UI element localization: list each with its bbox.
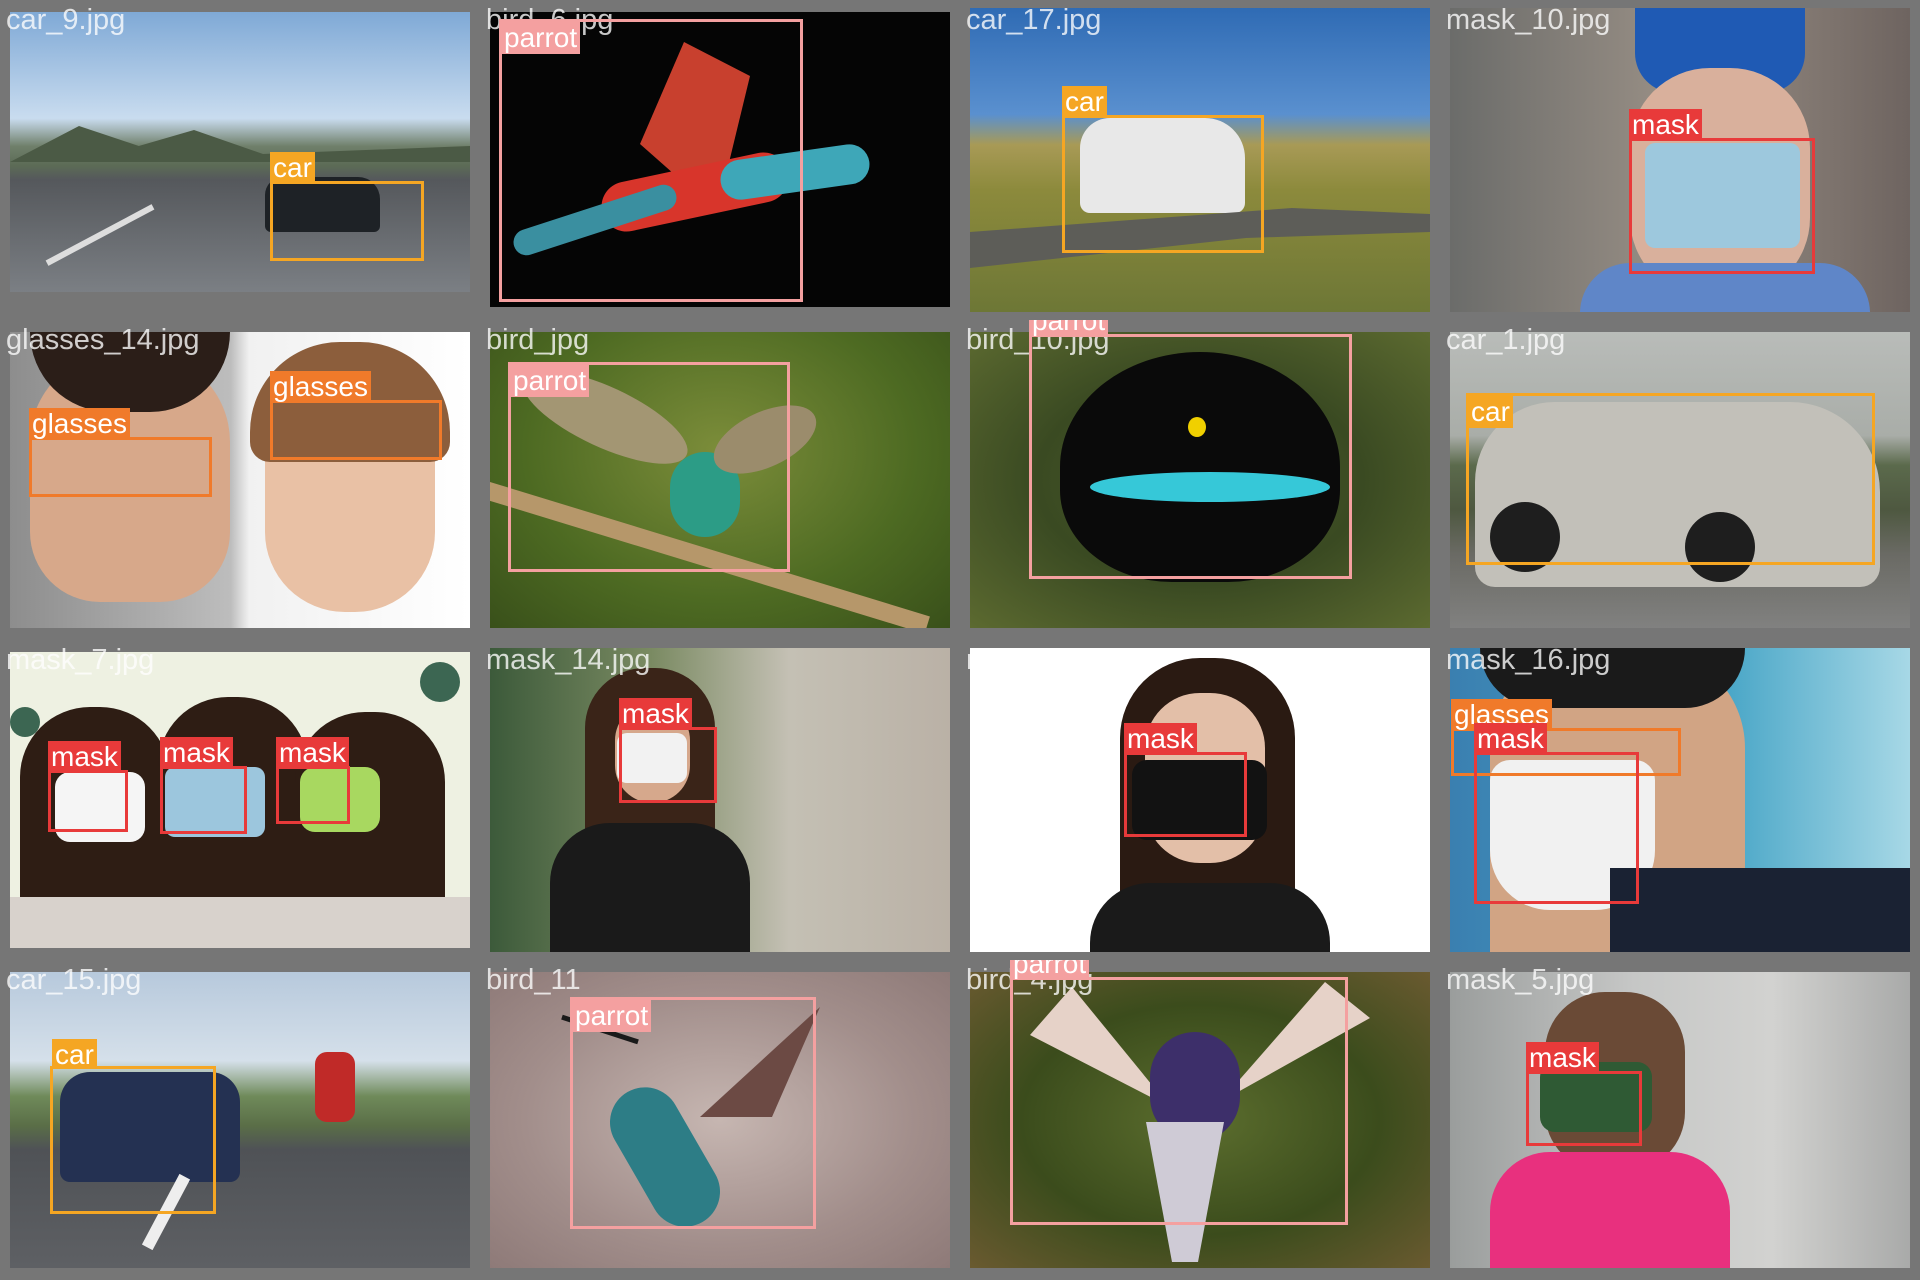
class-label: mask xyxy=(1124,723,1197,755)
detection-box[interactable]: mask xyxy=(1629,109,1815,274)
detection-box[interactable]: mask xyxy=(160,737,247,834)
detection-box[interactable]: parrot xyxy=(570,997,816,1229)
result-tile-car-9[interactable]: car_9.jpg car xyxy=(0,0,480,320)
class-label: mask xyxy=(619,698,692,730)
result-tile-bird-10[interactable]: bird_10.jpg parrot xyxy=(960,320,1440,640)
detection-box[interactable]: mask xyxy=(1474,723,1639,904)
result-tile-car-15[interactable]: car_15.jpg car xyxy=(0,960,480,1280)
detection-box[interactable]: mask xyxy=(619,698,717,803)
result-tile-mask-5[interactable]: mask_5.jpg mask xyxy=(1440,960,1920,1280)
class-label: parrot xyxy=(510,365,590,397)
detection-box[interactable]: car xyxy=(270,152,424,261)
detection-box[interactable]: car xyxy=(1466,393,1875,565)
image-filename: glasses_14.jpg xyxy=(6,324,200,356)
image-filename: car_15.jpg xyxy=(6,964,142,996)
image-filename: mask_10.jpg xyxy=(1446,4,1611,36)
image-filename: car_17.jpg xyxy=(966,4,1102,36)
result-tile-bird[interactable]: bird_jpg parrot xyxy=(480,320,960,640)
detection-box[interactable]: mask xyxy=(1124,723,1247,837)
detection-box[interactable]: glasses xyxy=(29,408,212,497)
image-filename: car_9.jpg xyxy=(6,4,126,36)
class-label: parrot xyxy=(572,1000,652,1032)
class-label: mask xyxy=(1629,109,1702,141)
class-label: glasses xyxy=(29,408,130,440)
result-tile-bird-11[interactable]: bird_11 parrot xyxy=(480,960,960,1280)
class-label: parrot xyxy=(501,22,581,54)
image-filename: mask_5.jpg xyxy=(1446,964,1595,996)
result-tile-mask-11[interactable]: mask_11.jpg mask xyxy=(960,640,1440,960)
result-tile-bird-6[interactable]: bird_6.jpg parrot xyxy=(480,0,960,320)
class-label: mask xyxy=(48,741,121,773)
class-label: mask xyxy=(1526,1042,1599,1074)
class-label: car xyxy=(1062,86,1107,118)
class-label: glasses xyxy=(270,371,371,403)
result-tile-mask-10[interactable]: mask_10.jpg mask xyxy=(1440,0,1920,320)
detection-box[interactable]: parrot xyxy=(1010,960,1348,1225)
detection-box[interactable]: car xyxy=(1062,86,1264,253)
result-tile-glasses-14[interactable]: glasses_14.jpg glasses glasses xyxy=(0,320,480,640)
image-filename: mask_11.jpg xyxy=(966,644,1129,676)
class-label: car xyxy=(270,152,315,184)
class-label: mask xyxy=(1474,723,1547,755)
result-tile-car-1[interactable]: car_1.jpg car xyxy=(1440,320,1920,640)
photo xyxy=(1450,972,1910,1268)
image-filename: mask_7.jpg xyxy=(6,644,155,676)
photo xyxy=(490,648,950,952)
result-tile-mask-7[interactable]: mask_7.jpg mask mask mask xyxy=(0,640,480,960)
class-label: mask xyxy=(160,737,233,769)
class-label: car xyxy=(1468,396,1513,428)
result-tile-mask-16[interactable]: mask_16.jpg glasses mask xyxy=(1440,640,1920,960)
detection-results-grid: car_9.jpg car bird_6.jpg parrot car_17.j… xyxy=(0,0,1920,1280)
detection-box[interactable]: parrot xyxy=(508,362,790,572)
detection-box[interactable]: mask xyxy=(1526,1042,1642,1146)
detection-box[interactable]: parrot xyxy=(1029,320,1352,579)
detection-box[interactable]: glasses xyxy=(270,371,442,460)
image-filename: bird_11 xyxy=(486,964,581,996)
class-label: parrot xyxy=(1010,960,1090,980)
class-label: parrot xyxy=(1029,320,1109,337)
image-filename: mask_14.jpg xyxy=(486,644,651,676)
image-filename: mask_16.jpg xyxy=(1446,644,1611,676)
class-label: car xyxy=(52,1039,97,1070)
detection-box[interactable]: parrot xyxy=(499,19,803,302)
detection-box[interactable]: mask xyxy=(48,741,128,832)
image-filename: car_1.jpg xyxy=(1446,324,1566,356)
detection-box[interactable]: mask xyxy=(276,737,350,824)
class-label: mask xyxy=(276,737,349,769)
result-tile-mask-14[interactable]: mask_14.jpg mask xyxy=(480,640,960,960)
result-tile-bird-4[interactable]: bird_4.jpg parrot xyxy=(960,960,1440,1280)
detection-box[interactable]: car xyxy=(50,1039,216,1214)
result-tile-car-17[interactable]: car_17.jpg car xyxy=(960,0,1440,320)
image-filename: bird_jpg xyxy=(486,324,590,356)
